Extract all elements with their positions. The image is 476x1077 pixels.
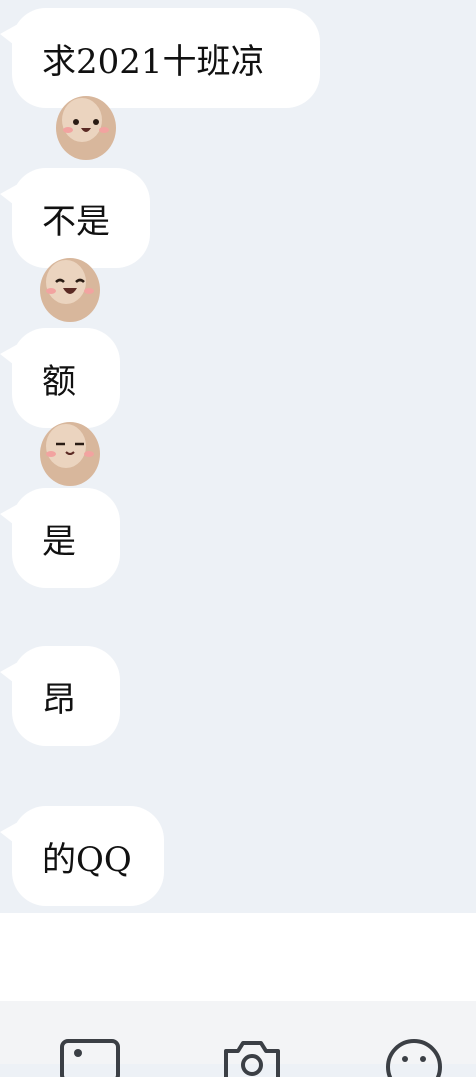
egg-laugh-sticker	[40, 258, 100, 322]
message-text: 昂	[42, 679, 76, 720]
message-bubble[interactable]: 昂	[0, 646, 120, 746]
chat-message-list: 求2021十班凉 不是 额 是 昂 的QQ	[0, 0, 476, 913]
message-bubble[interactable]: 额	[0, 328, 120, 428]
egg-squint-sticker	[40, 422, 100, 486]
image-icon[interactable]	[60, 1037, 120, 1077]
message-text: 额	[42, 361, 76, 402]
message-text: 是	[42, 521, 76, 562]
camera-icon[interactable]	[222, 1037, 282, 1077]
emoji-icon[interactable]	[384, 1037, 444, 1077]
egg-smile-sticker	[56, 96, 116, 160]
message-input[interactable]	[0, 913, 476, 1001]
message-bubble[interactable]: 的QQ	[0, 806, 164, 906]
message-bubble[interactable]: 是	[0, 488, 120, 588]
chat-toolbar	[0, 1001, 476, 1077]
message-text: 的QQ	[42, 839, 132, 880]
message-text: 求2021十班凉	[42, 41, 265, 82]
message-text: 不是	[42, 201, 110, 242]
